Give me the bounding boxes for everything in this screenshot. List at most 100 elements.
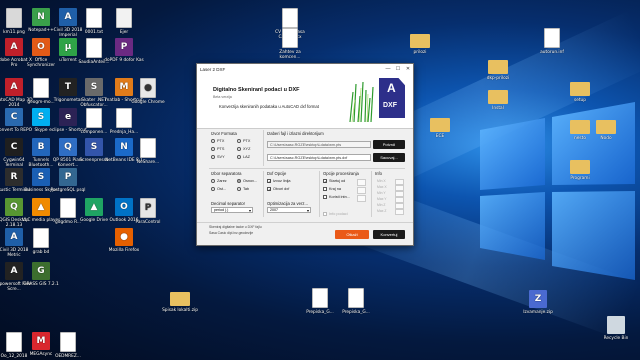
desktop-icon[interactable]: prilozi — [400, 34, 440, 55]
radio-button[interactable] — [211, 187, 215, 191]
info-section-title: Info — [375, 171, 382, 176]
checkbox[interactable] — [323, 195, 327, 199]
option-label: Startuj od — [329, 179, 346, 183]
checkbox[interactable] — [323, 187, 327, 191]
desktop-icon-image — [6, 332, 22, 352]
checkbox-option[interactable]: ✓ Otvori dxf — [267, 187, 289, 192]
proc-value-field[interactable] — [357, 179, 366, 186]
input-file-field[interactable]: C:\Users\sasc.RGZE\esktop\Ldata\wm.pts — [267, 141, 371, 148]
option-label: Ost... — [217, 187, 227, 191]
radio-option[interactable]: Tab — [237, 187, 249, 191]
radio-button[interactable] — [237, 155, 241, 159]
desktop-icon-image — [33, 228, 49, 248]
desktop-icon-image — [410, 34, 430, 48]
radio-button[interactable] — [211, 139, 215, 143]
close-icon[interactable]: ✕ — [403, 66, 413, 72]
banner-description: Konverzija skeniranih podataka u AutoCAD… — [219, 104, 319, 109]
radio-option[interactable]: Zarez — [211, 179, 227, 183]
checkbox[interactable]: ✓ — [267, 179, 271, 184]
radio-button[interactable] — [237, 147, 241, 151]
desktop-icon[interactable]: ECE — [420, 118, 460, 139]
cancel-button[interactable]: Otkaži — [335, 230, 369, 239]
desktop-icon[interactable]: Ejer — [104, 8, 144, 35]
desktop-icon[interactable]: Spisak lokalti.zip — [160, 292, 200, 313]
radio-option[interactable]: XYZ — [237, 147, 250, 151]
browse-button[interactable]: Potvrdi — [373, 140, 405, 149]
desktop-icon[interactable]: Zahtev za komcen... — [270, 28, 310, 60]
banner-title: Digitalno Skeniranî podaci u DXF — [213, 87, 300, 93]
desktop-icon-image — [60, 332, 76, 352]
maximize-icon[interactable]: ☐ — [393, 66, 403, 72]
radio-button[interactable] — [237, 187, 241, 191]
option-label: Koristi intn... — [329, 195, 350, 199]
desktop-icon[interactable]: Prepiska_G... — [300, 288, 340, 315]
output-file-field[interactable]: C:\Users\sasc.RGZE\esktop\Ldata\wm.pts.d… — [267, 154, 371, 161]
optim-section-title: Optimizacija za verz... — [267, 201, 308, 206]
desktop-icon-image — [116, 108, 132, 128]
radio-button[interactable] — [237, 179, 241, 183]
info-item-label: Min Z — [377, 203, 386, 207]
desktop-icon[interactable]: NeShare... — [128, 138, 168, 165]
convert-button[interactable]: Konvertuj — [373, 230, 405, 239]
laser2dxf-dialog: Laser 2 DXF — ☐ ✕ Digitalno Skeniranî po… — [196, 63, 414, 246]
desktop-icon[interactable]: Recycle Bin — [596, 316, 636, 341]
radio-option[interactable]: SVY — [211, 155, 225, 159]
desktop-icon[interactable]: P PostgreSQL psql — [48, 168, 88, 193]
radio-button[interactable] — [211, 147, 215, 151]
desktop-icon-image — [488, 60, 508, 74]
desktop-icon-image — [570, 160, 590, 174]
dialog-banner: Digitalno Skeniranî podaci u DXF Beta ve… — [197, 74, 413, 129]
desktop-icon[interactable]: autorun.inf — [532, 28, 572, 55]
dialog-titlebar[interactable]: Laser 2 DXF — ☐ ✕ — [197, 64, 413, 74]
dxf-logo: A DXF — [379, 78, 405, 118]
radio-option[interactable]: Osnov... — [237, 179, 257, 183]
desktop-icon-image: ▲ — [85, 198, 103, 216]
checkbox[interactable]: ✓ — [323, 179, 327, 184]
checkbox-option[interactable]: Kraj na — [323, 187, 341, 191]
desktop-icon[interactable]: OEDMREZ... — [48, 332, 88, 359]
option-label: XYZ — [243, 147, 251, 151]
desktop-icon[interactable]: Programi — [560, 160, 600, 181]
desktop-icon[interactable]: setup — [560, 82, 600, 103]
radio-option[interactable]: PTX — [237, 139, 250, 143]
processing-section-title: Opcije procesiranja — [323, 171, 359, 176]
minimize-icon[interactable]: — — [383, 66, 393, 72]
info-data-check-box[interactable] — [323, 212, 327, 216]
desktop-icon[interactable]: P ParaControl — [128, 198, 168, 225]
radio-option[interactable]: PTS — [211, 147, 224, 151]
checkbox-option[interactable]: Koristi intn... — [323, 195, 350, 199]
desktop-icon[interactable]: ● Google Chrome — [128, 78, 168, 105]
info-data-checkbox[interactable]: Info podaci — [323, 212, 348, 216]
decimal-separator-select[interactable]: period (.) — [211, 207, 253, 213]
radio-option[interactable]: Ost... — [211, 187, 226, 191]
info-data-label: Info podaci — [329, 212, 348, 216]
checkbox[interactable]: ✓ — [267, 187, 271, 192]
desktop-icon[interactable]: Nodo — [586, 120, 626, 141]
save-button[interactable]: Sacuvaj... — [373, 153, 405, 162]
dxf-version-select[interactable]: 2007 — [267, 207, 311, 213]
desktop-icon[interactable]: Z Izvamanje.zip — [518, 290, 558, 315]
option-label: LAZ — [243, 155, 250, 159]
desktop-icon-image: ● — [140, 78, 156, 98]
info-value-field — [395, 209, 404, 215]
desktop-icon[interactable]: Prepiska_G... — [336, 288, 376, 315]
desktop-icon[interactable]: Prednja_Ha... — [104, 108, 144, 135]
desktop-icon-image — [544, 28, 560, 48]
desktop-icon[interactable]: PdoPDF 9 dofor Kas — [104, 38, 144, 63]
checkbox-option[interactable]: ✓ Startuj od — [323, 179, 346, 184]
files-section-title: Izaberi fajl i izlazni direktorijum — [267, 131, 324, 136]
radio-button[interactable] — [211, 155, 215, 159]
desktop-icon[interactable]: ● Mozilla Firefox — [104, 228, 144, 253]
checkbox-option[interactable]: ✓ Izvoz linija — [267, 179, 291, 184]
proc-value-field[interactable] — [357, 187, 366, 194]
radio-option[interactable]: PTX — [211, 139, 224, 143]
desktop-icon-image — [607, 316, 625, 334]
radio-button[interactable] — [211, 179, 215, 183]
proc-value-field[interactable] — [357, 195, 366, 202]
desktop-icon[interactable]: Instal — [478, 90, 518, 111]
radio-button[interactable] — [237, 139, 241, 143]
desktop-icon[interactable]: dkp-prilozi — [478, 60, 518, 81]
radio-option[interactable]: LAZ — [237, 155, 250, 159]
desktop-icon[interactable]: grab bd — [21, 228, 61, 255]
desktop-icon[interactable]: G GRASS GIS 7.2.1 — [21, 262, 61, 287]
